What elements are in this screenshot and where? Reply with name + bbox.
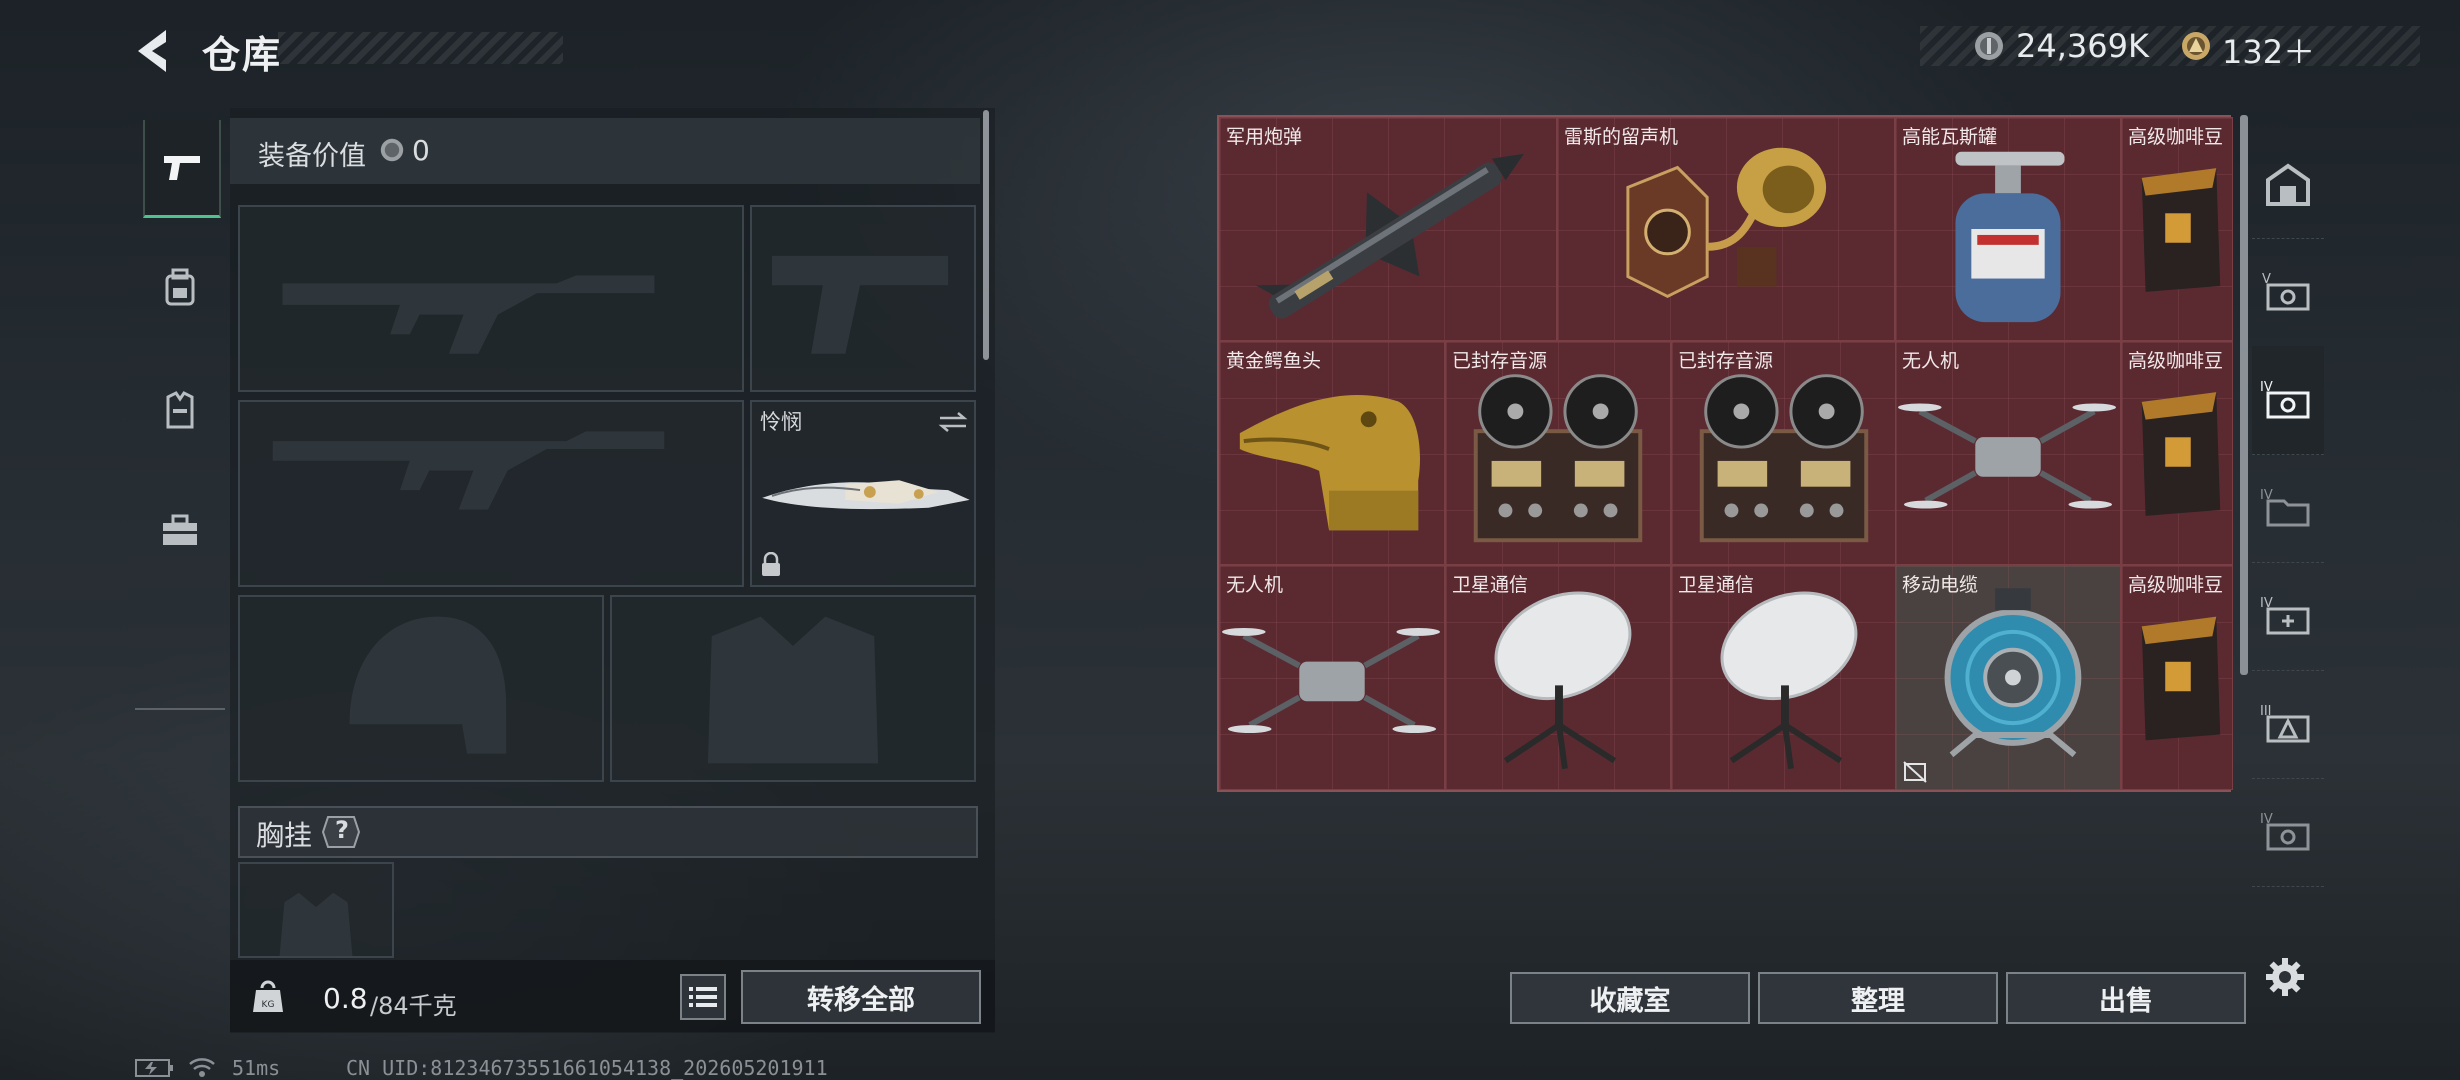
gold-crocodile-icon [1239, 394, 1421, 531]
helmet-slot[interactable] [238, 595, 604, 782]
back-arrow-icon[interactable] [128, 26, 178, 76]
reel-recorder-icon [1699, 374, 1869, 543]
chest-rig-label: 胸挂 [256, 819, 313, 852]
help-button[interactable]: ? [321, 815, 361, 849]
grid-item-gold-crocodile[interactable]: 黄金鳄鱼头 [1219, 341, 1445, 565]
gramophone-icon [1626, 147, 1827, 299]
uid-text: CN UID:8123467355166105413​8_20260520191… [346, 1056, 828, 1080]
equipment-value-label: 装备价值 [258, 141, 366, 172]
grid-item-coffee-beans[interactable]: 高级咖啡豆 [2121, 117, 2233, 341]
silver-coin-icon [380, 138, 404, 162]
stash-page-icon: III [2260, 704, 2310, 743]
list-view-button[interactable] [680, 974, 726, 1020]
drone-icon [1221, 627, 1441, 734]
grid-item-mobile-cable[interactable]: 移动电缆 [1895, 565, 2121, 790]
karambit-knife-icon [762, 480, 970, 510]
transfer-all-button[interactable]: 转移全部 [741, 970, 981, 1024]
stash-page-icon: IV [2260, 596, 2310, 635]
stash-page-4[interactable]: IV [2252, 346, 2324, 455]
tab-weapons[interactable] [143, 120, 221, 218]
rifle-silhouette-icon [282, 275, 655, 354]
equipment-value: 0 [412, 134, 430, 167]
lock-icon [762, 552, 780, 576]
equipment-scrollbar[interactable] [983, 110, 989, 360]
gas-canister-icon [1955, 151, 2065, 323]
stash-page-icon: V [2262, 272, 2310, 311]
stash-page-all[interactable] [2252, 130, 2324, 239]
gold-coin-icon [2182, 32, 2210, 60]
list-icon [689, 987, 717, 1007]
coffee-bag-icon [2141, 392, 2221, 516]
rifle-silhouette-icon [272, 431, 665, 510]
grid-item-satellite-comm[interactable]: 卫星通信 [1445, 565, 1671, 790]
wifi-icon [189, 1058, 215, 1077]
grid-item-gramophone[interactable]: 雷斯的留声机 [1557, 117, 1895, 341]
tab-backpack[interactable] [143, 240, 217, 335]
silver-coin-icon [1975, 32, 2003, 60]
stash-page-nav: V IV IV IV III IV [2252, 112, 2324, 887]
vest-tab-icon [166, 390, 194, 428]
title-decoration [278, 32, 563, 64]
grid-item-coffee-beans[interactable]: 高级咖啡豆 [2121, 341, 2233, 565]
tab-vest[interactable] [143, 363, 217, 458]
pistol-tab-icon [164, 155, 200, 180]
grid-item-gas-canister[interactable]: 高能瓦斯罐 [1895, 117, 2121, 341]
toolbox-tab-icon [163, 514, 197, 545]
tab-toolbox[interactable] [143, 483, 217, 578]
stash-page-icon: IV [2260, 488, 2310, 527]
backpack-tab-icon [165, 268, 195, 305]
stash-page-icon: IV [2260, 812, 2310, 851]
weight-current: 0.8 [323, 982, 368, 1015]
satellite-dish-icon [1494, 591, 1632, 770]
primary-weapon-slot[interactable] [238, 205, 744, 392]
grid-item-coffee-beans[interactable]: 高级咖啡豆 [2121, 565, 2233, 790]
stash-page-5[interactable]: V [2252, 238, 2324, 347]
stash-page-icon: IV [2260, 380, 2310, 419]
collection-room-button[interactable]: 收藏室 [1510, 972, 1750, 1024]
grid-item-missile[interactable]: 军用炮弹 [1219, 117, 1557, 341]
warehouse-icon [2266, 163, 2310, 206]
grid-item-sealed-audio[interactable]: 已封存音源 [1671, 341, 1897, 565]
help-text: ? [335, 816, 349, 844]
weight-icon: KG [253, 980, 283, 1012]
stash-scrollbar[interactable] [2240, 115, 2248, 675]
sidearm-slot[interactable] [750, 205, 976, 392]
armor-slot[interactable] [610, 595, 976, 782]
reel-recorder-icon [1473, 374, 1643, 543]
silver-currency-value: 24,369K [2016, 27, 2149, 65]
page-title: 仓库 [202, 33, 283, 77]
no-insure-icon [1903, 761, 1927, 783]
secondary-weapon-slot[interactable] [238, 400, 744, 587]
armor-vest-silhouette-icon [707, 616, 879, 764]
coffee-bag-icon [2141, 616, 2221, 741]
missile-icon [1255, 153, 1524, 319]
sell-button[interactable]: 出售 [2006, 972, 2246, 1024]
melee-slot[interactable]: 怜悯 [750, 400, 976, 587]
ping-value: 51ms [232, 1056, 281, 1080]
grid-item-drone[interactable]: 无人机 [1219, 565, 1445, 790]
stash-page-0[interactable]: IV [2252, 778, 2324, 887]
weight-max: /84千克 [370, 992, 457, 1020]
grid-item-sealed-audio[interactable]: 已封存音源 [1445, 341, 1671, 565]
cable-reel-icon [1944, 588, 2082, 758]
svg-text:KG: KG [262, 1000, 275, 1010]
chest-rig-silhouette-icon [279, 892, 353, 956]
chest-rig-slot[interactable] [238, 862, 394, 958]
stash-page-1[interactable]: III [2252, 670, 2324, 779]
stash-page-3[interactable]: IV [2252, 454, 2324, 563]
sort-button[interactable]: 整理 [1758, 972, 1998, 1024]
gear-icon[interactable] [2264, 956, 2306, 998]
grid-item-satellite-comm[interactable]: 卫星通信 [1671, 565, 1897, 790]
stash-page-2[interactable]: IV [2252, 562, 2324, 671]
battery-icon [135, 1059, 173, 1077]
drone-icon [1897, 403, 2117, 509]
gold-currency-value[interactable]: 132＋ [2222, 27, 2315, 73]
pistol-silhouette-icon [771, 255, 949, 354]
stash-grid: 军用炮弹 雷斯的留声机 高能瓦斯罐 高级咖啡豆 黄金鳄鱼头 已封存音源 已封存音… [1217, 115, 2233, 792]
left-category-nav [135, 108, 225, 710]
grid-item-drone[interactable]: 无人机 [1895, 341, 2121, 565]
satellite-dish-icon [1720, 591, 1858, 770]
helmet-silhouette-icon [349, 616, 507, 754]
coffee-bag-icon [2141, 168, 2221, 292]
